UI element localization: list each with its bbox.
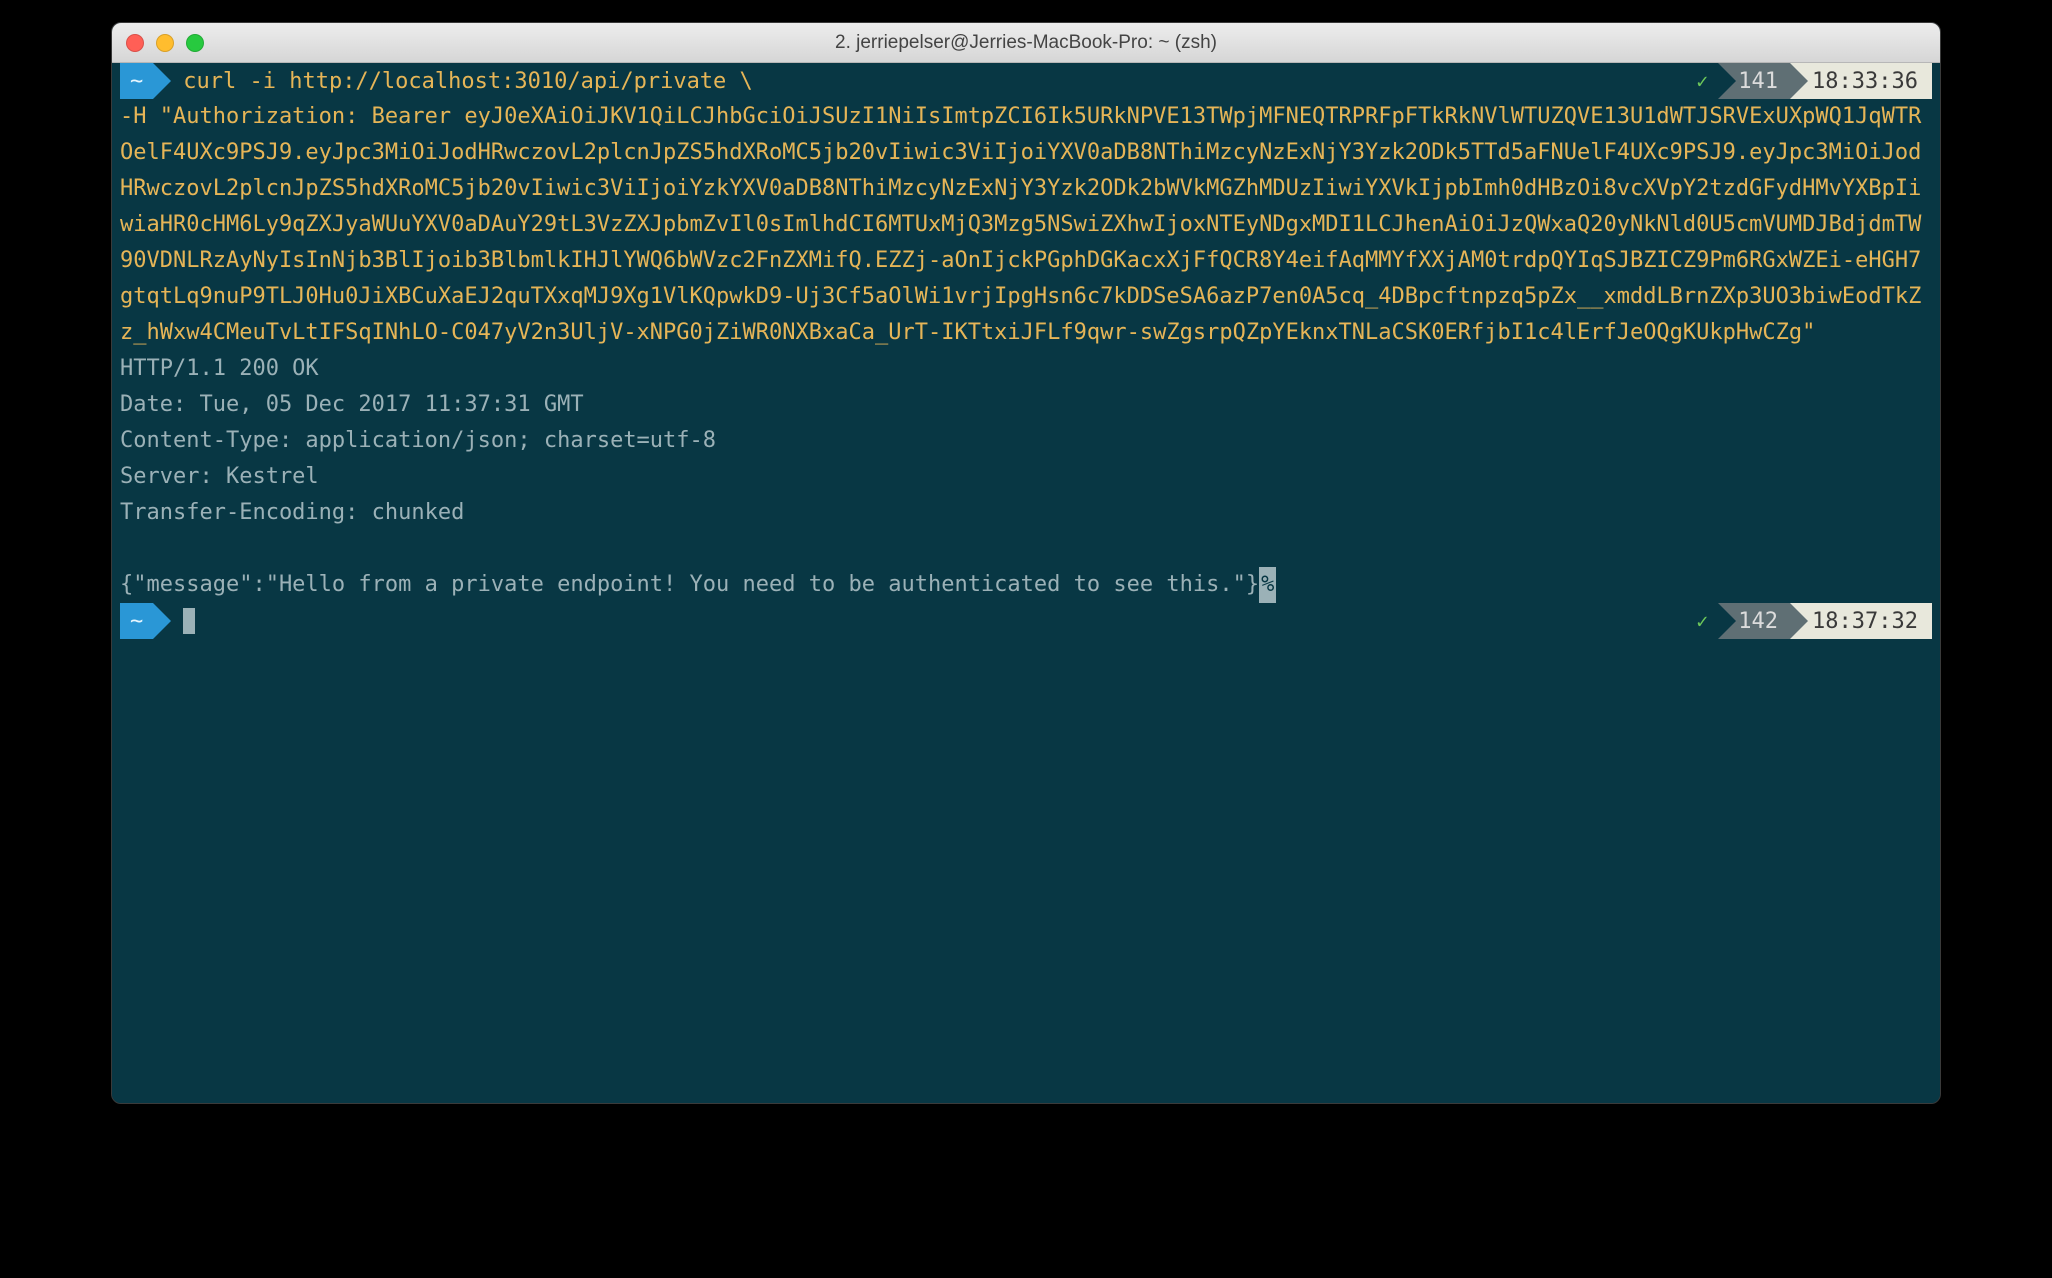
command-counter-2: 142 xyxy=(1718,603,1790,639)
prompt-dir-2: ~ xyxy=(130,609,143,634)
http-body: {"message":"Hello from a private endpoin… xyxy=(112,567,1940,603)
http-body-text: {"message":"Hello from a private endpoin… xyxy=(120,572,1259,597)
prompt-line-1: ~ curl -i http://localhost:3010/api/priv… xyxy=(112,63,1940,99)
http-status: HTTP/1.1 200 OK xyxy=(112,351,1940,387)
window-title: 2. jerriepelser@Jerries-MacBook-Pro: ~ (… xyxy=(112,32,1940,54)
right-status-2: ✓ 142 18:37:32 xyxy=(1696,603,1932,639)
cursor-icon xyxy=(183,608,195,634)
eol-marker: % xyxy=(1259,567,1276,603)
check-icon-2: ✓ xyxy=(1696,609,1718,633)
http-content-type: Content-Type: application/json; charset=… xyxy=(112,423,1940,459)
terminal-body[interactable]: ~ curl -i http://localhost:3010/api/priv… xyxy=(112,63,1940,1103)
prompt-dir: ~ xyxy=(130,69,143,94)
http-server: Server: Kestrel xyxy=(112,459,1940,495)
prompt-dir-badge-2: ~ xyxy=(120,603,153,639)
timestamp: 18:33:36 xyxy=(1790,63,1932,99)
titlebar[interactable]: 2. jerriepelser@Jerries-MacBook-Pro: ~ (… xyxy=(112,23,1940,63)
terminal-window: 2. jerriepelser@Jerries-MacBook-Pro: ~ (… xyxy=(111,22,1941,1104)
prompt-dir-badge: ~ xyxy=(120,63,153,99)
http-date: Date: Tue, 05 Dec 2017 11:37:31 GMT xyxy=(112,387,1940,423)
command-counter: 141 xyxy=(1718,63,1790,99)
http-transfer-encoding: Transfer-Encoding: chunked xyxy=(112,495,1940,531)
right-status-1: ✓ 141 18:33:36 xyxy=(1696,63,1932,99)
blank-line xyxy=(112,531,1940,567)
check-icon: ✓ xyxy=(1696,69,1718,93)
timestamp-2: 18:37:32 xyxy=(1790,603,1932,639)
auth-header-block: -H "Authorization: Bearer eyJ0eXAiOiJKV1… xyxy=(112,99,1940,351)
prompt-line-2: ~ ✓ 142 18:37:32 xyxy=(112,603,1940,639)
command-text: curl -i http://localhost:3010/api/privat… xyxy=(153,69,753,94)
